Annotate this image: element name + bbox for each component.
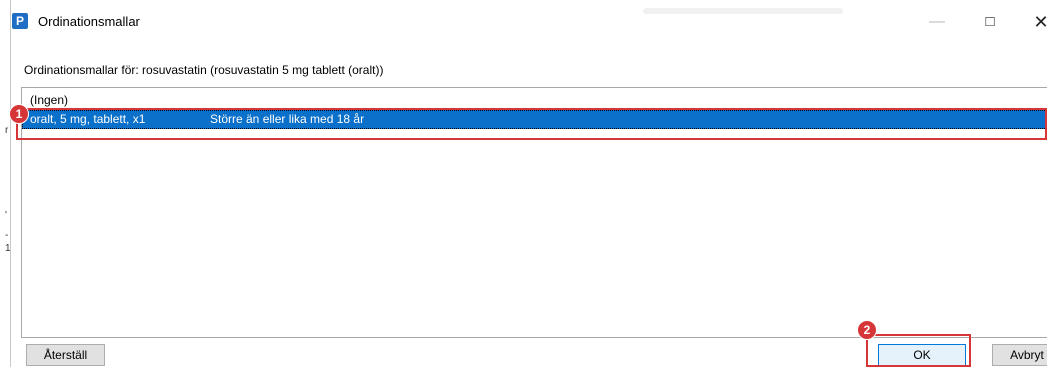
background-window-strip <box>0 0 10 367</box>
title-bar[interactable] <box>11 0 1047 44</box>
maximize-button[interactable]: □ <box>975 10 1005 34</box>
templates-header-label: Ordinationsmallar för: rosuvastatin (ros… <box>24 63 384 77</box>
background-text-fragment: - <box>5 230 9 241</box>
annotation-highlight-row <box>16 108 1047 140</box>
app-icon: P <box>12 13 28 29</box>
list-item-none[interactable]: (Ingen) <box>30 91 1047 109</box>
annotation-badge-2: 2 <box>857 320 877 340</box>
annotation-badge-1: 1 <box>9 104 29 124</box>
title-bar-blur <box>643 8 843 14</box>
background-text-fragment: r <box>5 125 9 136</box>
cancel-button[interactable]: Avbryt <box>992 344 1047 366</box>
background-text-fragment: 1 <box>5 243 11 254</box>
close-button[interactable]: ✕ <box>1026 10 1047 34</box>
reset-button[interactable]: Återställ <box>26 344 105 366</box>
background-text-fragment: ' <box>5 210 7 221</box>
annotation-highlight-ok <box>866 334 971 367</box>
window-left-border <box>10 0 11 367</box>
minimize-button[interactable]: — <box>922 10 952 34</box>
window-title: Ordinationsmallar <box>38 14 140 29</box>
